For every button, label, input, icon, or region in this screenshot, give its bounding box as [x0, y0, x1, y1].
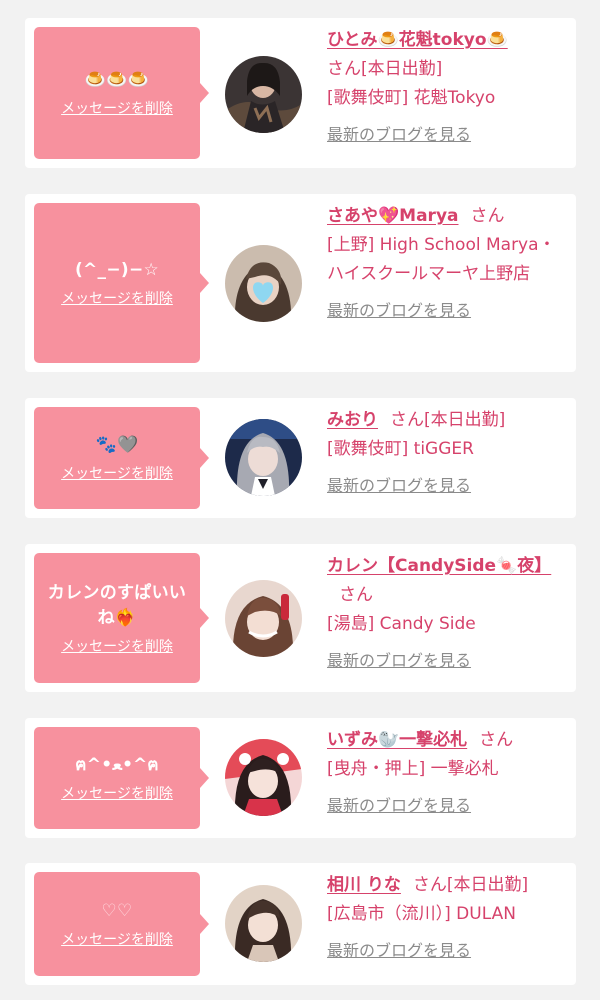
message-bubble: (^_−)−☆ メッセージを削除	[34, 203, 209, 363]
entry-info: 相川 りな さん[本日出勤] [広島市（流川）] DULAN 最新のブログを見る	[327, 871, 567, 965]
latest-blog-link[interactable]: 最新のブログを見る	[327, 120, 567, 149]
honorific: さん	[412, 875, 447, 895]
cast-name-link[interactable]: みおり	[327, 410, 378, 430]
status-badge: [本日出勤]	[446, 875, 529, 895]
shop-name: [上野] High School Marya・ハイスクールマーヤ上野店	[327, 235, 556, 284]
delete-message-link[interactable]: メッセージを削除	[61, 100, 173, 118]
honorific: さん	[470, 206, 505, 226]
message-text: ฅ^•ﻌ•^ฅ	[75, 755, 159, 775]
entry-info: ひとみ🍮花魁tokyo🍮 さん[本日出勤] [歌舞伎町] 花魁Tokyo 最新の…	[327, 26, 567, 149]
shop-name: [広島市（流川）] DULAN	[327, 904, 516, 924]
entry-info: いずみ🦭一撃必札 さん [曳舟・押上] 一撃必札 最新のブログを見る	[327, 726, 567, 820]
avatar-photo	[225, 419, 302, 496]
delete-message-link[interactable]: メッセージを削除	[61, 785, 173, 803]
avatar[interactable]	[225, 245, 302, 322]
shop-name: [湯島] Candy Side	[327, 614, 476, 634]
avatar[interactable]	[225, 56, 302, 133]
message-card: ฅ^•ﻌ•^ฅ メッセージを削除 いずみ🦭一撃必札 さん [曳舟・押上] 一撃必札…	[25, 718, 576, 838]
avatar-photo	[225, 739, 302, 816]
delete-message-link[interactable]: メッセージを削除	[61, 465, 173, 483]
shop-name: [曳舟・押上] 一撃必札	[327, 759, 499, 779]
delete-message-link[interactable]: メッセージを削除	[61, 931, 173, 949]
shop-name: [歌舞伎町] tiGGER	[327, 439, 474, 459]
latest-blog-link[interactable]: 最新のブログを見る	[327, 471, 567, 500]
message-text: 🐾🩶	[95, 435, 139, 455]
latest-blog-link[interactable]: 最新のブログを見る	[327, 646, 567, 675]
cast-name-link[interactable]: 相川 りな	[327, 875, 401, 895]
latest-blog-link[interactable]: 最新のブログを見る	[327, 296, 567, 325]
avatar[interactable]	[225, 580, 302, 657]
message-bubble: ♡♡ メッセージを削除	[34, 872, 209, 976]
status-badge: [本日出勤]	[361, 59, 443, 79]
cast-name-link[interactable]: いずみ🦭一撃必札	[327, 730, 467, 750]
avatar-photo	[225, 56, 302, 133]
honorific: さん	[390, 410, 424, 430]
avatar-photo	[225, 885, 302, 962]
message-text: ♡♡	[101, 901, 133, 921]
honorific: さん	[479, 730, 514, 750]
honorific: さん	[327, 59, 361, 79]
message-text: 🍮🍮🍮	[84, 70, 150, 90]
message-card: ♡♡ メッセージを削除 相川 りな さん[本日出勤] [広島市（流川）] DULA…	[25, 863, 576, 985]
latest-blog-link[interactable]: 最新のブログを見る	[327, 791, 567, 820]
avatar[interactable]	[225, 885, 302, 962]
avatar[interactable]	[225, 739, 302, 816]
message-card: 🐾🩶 メッセージを削除 みおり さん[本日出勤] [歌舞伎町] tiGGER 最新…	[25, 398, 576, 518]
honorific: さん	[339, 585, 373, 605]
avatar-photo	[225, 245, 302, 322]
cast-name-link[interactable]: カレン【CandySide🍬夜】	[327, 556, 551, 576]
entry-info: さあや💖Marya さん [上野] High School Marya・ハイスクー…	[327, 202, 567, 325]
message-bubble: 🐾🩶 メッセージを削除	[34, 407, 209, 509]
message-text: カレンのすぱいいね❤️‍🔥	[47, 582, 187, 628]
entry-info: カレン【CandySide🍬夜】さん [湯島] Candy Side 最新のブロ…	[327, 552, 567, 675]
avatar[interactable]	[225, 419, 302, 496]
message-bubble: カレンのすぱいいね❤️‍🔥 メッセージを削除	[34, 553, 209, 683]
latest-blog-link[interactable]: 最新のブログを見る	[327, 936, 567, 965]
message-card: 🍮🍮🍮 メッセージを削除 ひとみ🍮花魁tokyo🍮 さん[本日出勤] [歌舞伎町…	[25, 18, 576, 168]
message-bubble: ฅ^•ﻌ•^ฅ メッセージを削除	[34, 727, 209, 829]
shop-name: [歌舞伎町] 花魁Tokyo	[327, 88, 496, 108]
message-bubble: 🍮🍮🍮 メッセージを削除	[34, 27, 209, 159]
avatar-photo	[225, 580, 302, 657]
entry-info: みおり さん[本日出勤] [歌舞伎町] tiGGER 最新のブログを見る	[327, 406, 567, 500]
message-card: (^_−)−☆ メッセージを削除 さあや💖Marya さん [上野] High S…	[25, 194, 576, 372]
delete-message-link[interactable]: メッセージを削除	[61, 638, 173, 656]
delete-message-link[interactable]: メッセージを削除	[61, 290, 173, 308]
cast-name-link[interactable]: ひとみ🍮花魁tokyo🍮	[327, 30, 508, 50]
cast-name-link[interactable]: さあや💖Marya	[327, 206, 459, 226]
message-card: カレンのすぱいいね❤️‍🔥 メッセージを削除 カレン【CandySide🍬夜】さ…	[25, 544, 576, 692]
status-badge: [本日出勤]	[424, 410, 506, 430]
message-text: (^_−)−☆	[74, 260, 160, 280]
